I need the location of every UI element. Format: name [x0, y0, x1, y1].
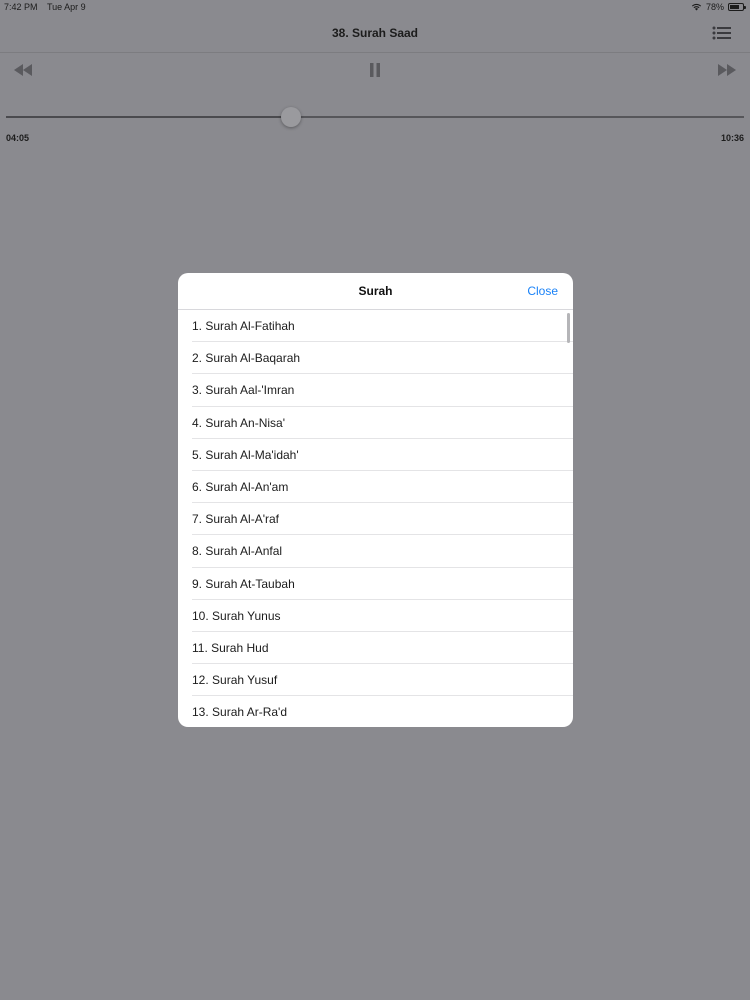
progress-area: 04:05 10:36	[0, 86, 750, 156]
rewind-button[interactable]	[12, 61, 34, 79]
battery-icon	[728, 3, 746, 11]
slider-thumb[interactable]	[280, 107, 301, 127]
modal-title: Surah	[358, 284, 393, 298]
list-item[interactable]: 6. Surah Al-An'am	[178, 471, 573, 504]
list-item[interactable]: 1. Surah Al-Fatihah	[178, 310, 573, 343]
list-item[interactable]: 3. Surah Aal-'Imran	[178, 374, 573, 407]
fast-forward-button[interactable]	[716, 61, 738, 79]
battery-fill	[730, 5, 740, 9]
total-time: 10:36	[720, 133, 744, 143]
pause-icon	[370, 63, 380, 77]
list-item[interactable]: 2. Surah Al-Baqarah	[178, 342, 573, 375]
progress-slider[interactable]	[6, 107, 744, 127]
playback-controls	[0, 52, 750, 86]
list-icon[interactable]	[712, 25, 732, 41]
status-bar: 7:42 PM Tue Apr 9 78%	[0, 0, 750, 14]
list-item[interactable]: 11. Surah Hud	[178, 632, 573, 665]
list-item[interactable]: 13. Surah Ar-Ra'd	[178, 696, 573, 727]
screen: 7:42 PM Tue Apr 9 78% 38. Surah Saad 04:…	[0, 0, 750, 1000]
list-item[interactable]: 9. Surah At-Taubah	[178, 568, 573, 600]
status-right: 78%	[691, 2, 746, 12]
status-date: Tue Apr 9	[47, 2, 86, 12]
modal-header: Surah Close	[178, 273, 573, 310]
nav-bar: 38. Surah Saad	[0, 14, 750, 52]
surah-picker-modal: Surah Close 1. Surah Al-Fatihah 2. Surah …	[178, 273, 573, 727]
wifi-icon	[691, 3, 702, 11]
battery-nub	[744, 6, 746, 9]
progress-fill	[6, 116, 291, 118]
list-item[interactable]: 4. Surah An-Nisa'	[178, 407, 573, 439]
list-item[interactable]: 7. Surah Al-A'raf	[178, 503, 573, 536]
battery-percent: 78%	[705, 2, 724, 12]
close-button[interactable]: Close	[527, 284, 558, 298]
elapsed-time: 04:05	[6, 133, 30, 143]
status-time: 7:42 PM	[4, 2, 38, 12]
surah-list[interactable]: 1. Surah Al-Fatihah 2. Surah Al-Baqarah 3.…	[178, 310, 573, 727]
pause-button[interactable]	[366, 61, 384, 79]
list-item[interactable]: 8. Surah Al-Anfal	[178, 535, 573, 568]
list-item[interactable]: 5. Surah Al-Ma'idah'	[178, 439, 573, 472]
fast-forward-icon	[718, 64, 736, 76]
list-item[interactable]: 10. Surah Yunus	[178, 600, 573, 633]
list-item[interactable]: 12. Surah Yusuf	[178, 664, 573, 697]
rewind-icon	[14, 64, 32, 76]
scroll-indicator[interactable]	[567, 313, 570, 343]
page-title: 38. Surah Saad	[331, 26, 419, 40]
